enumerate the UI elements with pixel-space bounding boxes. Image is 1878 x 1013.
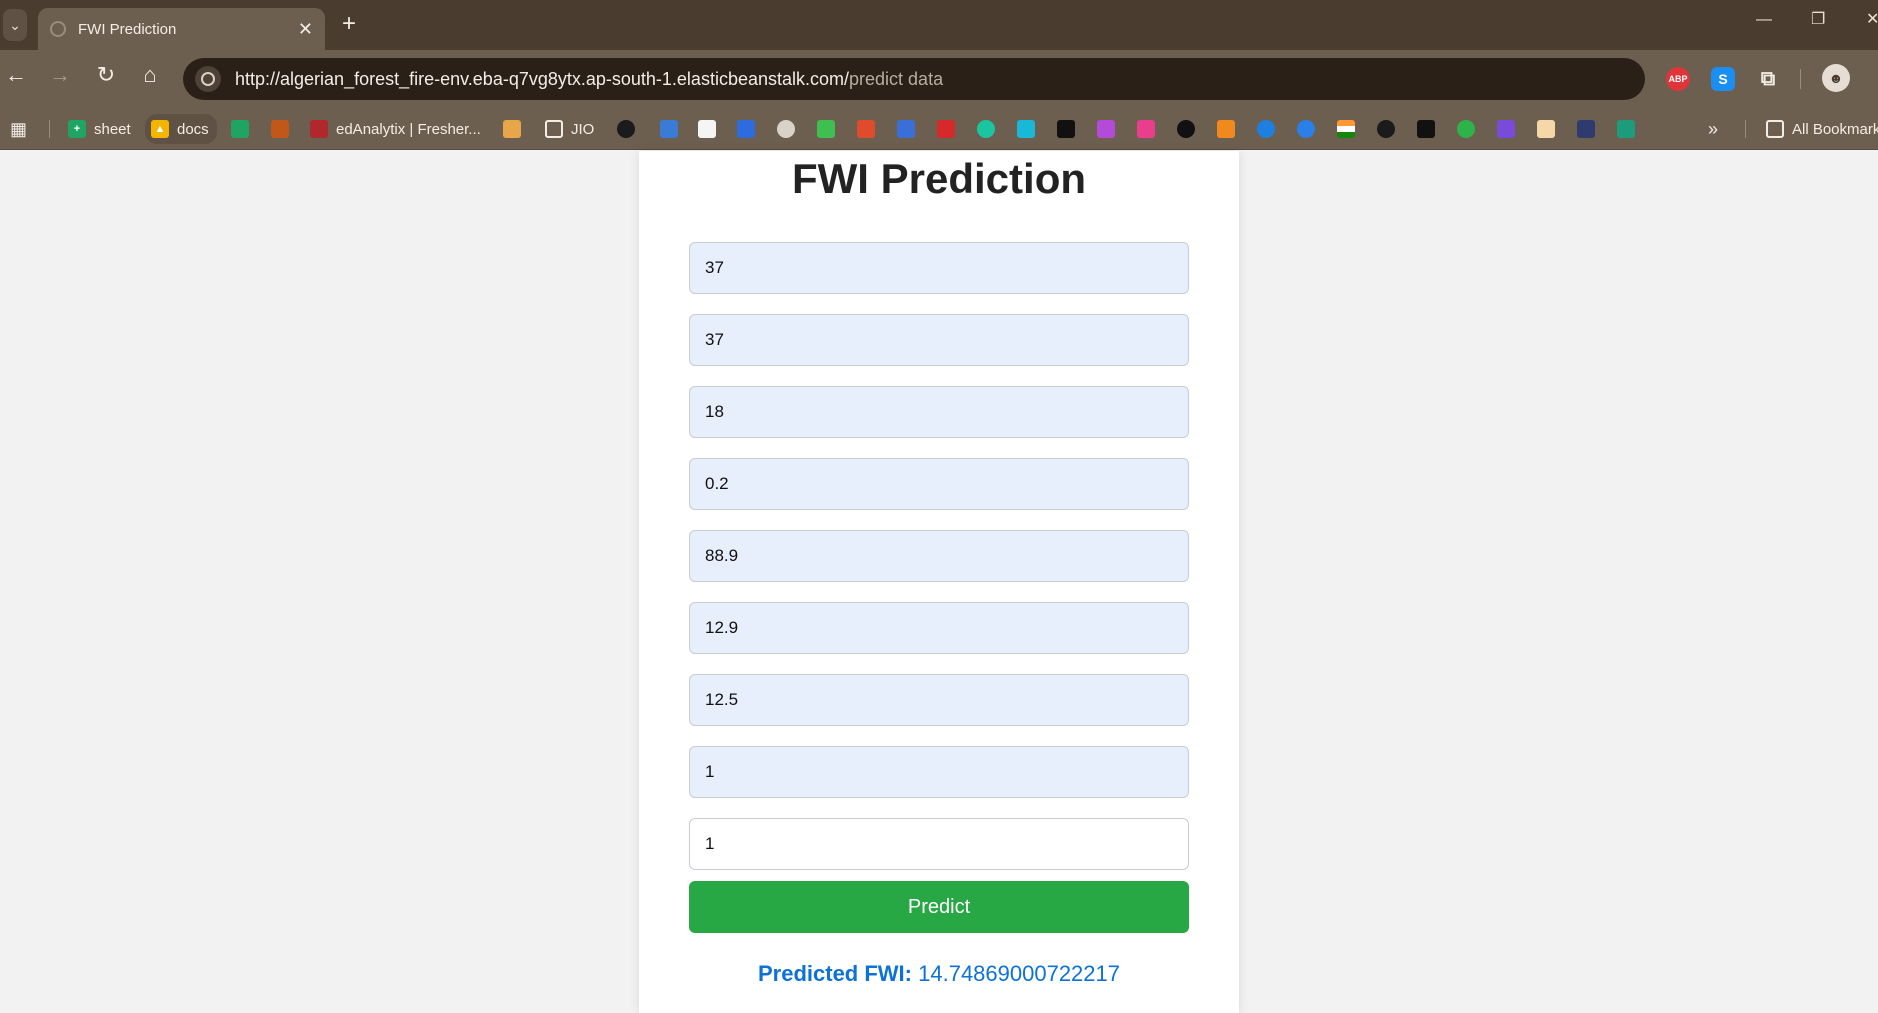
- sheets-icon: +: [68, 120, 86, 138]
- app-icon[interactable]: [857, 120, 875, 138]
- back-button[interactable]: ←: [2, 64, 30, 86]
- app-icon[interactable]: [1217, 120, 1235, 138]
- forward-button[interactable]: →: [46, 64, 74, 86]
- tab-strip: ⌄ FWI Prediction ✕ + — ❐ ✕: [0, 0, 1878, 50]
- reload-button[interactable]: ↻: [92, 64, 120, 86]
- tab-active[interactable]: FWI Prediction ✕: [38, 8, 325, 50]
- rain-input[interactable]: [689, 458, 1189, 510]
- app-icon[interactable]: [271, 120, 289, 138]
- minimize-button[interactable]: —: [1756, 12, 1772, 28]
- extension-s-icon[interactable]: S: [1711, 67, 1735, 91]
- bookmarks-bar: ▦ + sheet ▲ docs edAnalytix | Fresher...…: [0, 108, 1878, 150]
- arrow-right-icon: →: [49, 62, 71, 87]
- app-icon[interactable]: [1137, 120, 1155, 138]
- chevron-down-icon: ⌄: [9, 16, 21, 33]
- github-icon[interactable]: [1377, 120, 1395, 138]
- bookmark-separator: [49, 120, 50, 138]
- drive-icon: ▲: [151, 120, 169, 138]
- toolbar-divider: [1800, 69, 1801, 89]
- page-viewport: FWI Prediction Predict Predicted FWI: 14…: [0, 151, 1878, 1013]
- sheets-icon[interactable]: [231, 120, 249, 138]
- bookmarks-overflow-button[interactable]: »: [1708, 117, 1718, 141]
- app-icon[interactable]: [937, 120, 955, 138]
- window-close-button[interactable]: ✕: [1866, 12, 1878, 28]
- app-icon[interactable]: [1577, 120, 1595, 138]
- extensions-puzzle-icon[interactable]: ⧉: [1756, 67, 1780, 91]
- ws-input[interactable]: [689, 386, 1189, 438]
- classes-input[interactable]: [689, 746, 1189, 798]
- bookmark-separator: [1745, 120, 1746, 138]
- all-bookmarks-label: All Bookmarks: [1792, 120, 1878, 138]
- home-icon: ⌂: [143, 62, 157, 87]
- site-info-icon[interactable]: [195, 66, 221, 92]
- bookmark-docs-label: docs: [177, 120, 209, 138]
- bookmark-jio[interactable]: JIO: [545, 117, 594, 141]
- india-flag-icon[interactable]: [1337, 120, 1355, 138]
- app-icon[interactable]: [737, 120, 755, 138]
- reload-icon: ↻: [96, 62, 116, 87]
- app-icon[interactable]: [503, 120, 521, 138]
- temperature-input[interactable]: [689, 242, 1189, 294]
- address-bar[interactable]: http://algerian_forest_fire-env.eba-q7vg…: [183, 58, 1645, 100]
- region-input[interactable]: [689, 818, 1189, 870]
- app-icon[interactable]: [1617, 120, 1635, 138]
- page-title: FWI Prediction: [792, 155, 1086, 202]
- app-icon[interactable]: [1417, 120, 1435, 138]
- folder-icon: [1766, 120, 1784, 138]
- bookmark-sheet-label: sheet: [94, 120, 131, 138]
- all-bookmarks[interactable]: All Bookmarks: [1766, 117, 1878, 141]
- bookmark-edanalytix[interactable]: edAnalytix | Fresher...: [310, 117, 481, 141]
- home-button[interactable]: ⌂: [136, 64, 164, 86]
- app-icon[interactable]: [1017, 120, 1035, 138]
- openai-icon[interactable]: [1177, 120, 1195, 138]
- dmc-input[interactable]: [689, 602, 1189, 654]
- app-icon[interactable]: [1257, 120, 1275, 138]
- app-icon[interactable]: [897, 120, 915, 138]
- app-icon[interactable]: [817, 120, 835, 138]
- ffmc-input[interactable]: [689, 530, 1189, 582]
- app-icon[interactable]: [1457, 120, 1475, 138]
- globe-icon: [50, 21, 66, 37]
- prediction-form-card: FWI Prediction Predict Predicted FWI: 14…: [639, 151, 1239, 1013]
- result-label: Predicted FWI:: [757, 961, 912, 986]
- browser-toolbar: ← → ↻ ⌂ http://algerian_forest_fire-env.…: [0, 50, 1878, 108]
- profile-avatar[interactable]: ☻: [1822, 64, 1850, 92]
- prediction-result: Predicted FWI: 14.74869000722217: [639, 961, 1239, 987]
- restore-button[interactable]: ❐: [1811, 12, 1825, 28]
- app-icon[interactable]: [977, 120, 995, 138]
- edanalytix-icon: [310, 120, 328, 138]
- arrow-left-icon: ←: [5, 62, 27, 87]
- app-icon[interactable]: [698, 120, 716, 138]
- bookmark-sheet[interactable]: + sheet: [68, 117, 131, 141]
- result-value: 14.74869000722217: [918, 961, 1121, 986]
- app-icon[interactable]: [1497, 120, 1515, 138]
- url-path: predict data: [849, 68, 944, 89]
- close-icon[interactable]: ✕: [298, 20, 313, 38]
- app-icon[interactable]: [660, 120, 678, 138]
- isi-input[interactable]: [689, 674, 1189, 726]
- app-icon[interactable]: [1297, 120, 1315, 138]
- predict-button[interactable]: Predict: [689, 881, 1189, 933]
- adblock-extension-icon[interactable]: ABP: [1666, 67, 1690, 91]
- new-tab-button[interactable]: +: [342, 12, 356, 36]
- bookmark-jio-label: JIO: [571, 120, 595, 138]
- app-icon[interactable]: [1097, 120, 1115, 138]
- folder-icon: [545, 120, 563, 138]
- bookmark-edanalytix-label: edAnalytix | Fresher...: [336, 120, 481, 138]
- app-icon[interactable]: [1537, 120, 1555, 138]
- rh-input[interactable]: [689, 314, 1189, 366]
- tab-title: FWI Prediction: [78, 20, 177, 38]
- app-icon[interactable]: [777, 120, 795, 138]
- url-host: http://algerian_forest_fire-env.eba-q7vg…: [235, 68, 850, 89]
- url-text[interactable]: http://algerian_forest_fire-env.eba-q7vg…: [235, 69, 943, 90]
- plus-icon: +: [342, 10, 357, 37]
- tab-search-button[interactable]: ⌄: [3, 9, 27, 41]
- aws-icon[interactable]: [1057, 120, 1075, 138]
- github-icon[interactable]: [617, 120, 635, 138]
- apps-grid-icon[interactable]: ▦: [10, 117, 27, 141]
- bookmark-docs[interactable]: ▲ docs: [145, 114, 217, 144]
